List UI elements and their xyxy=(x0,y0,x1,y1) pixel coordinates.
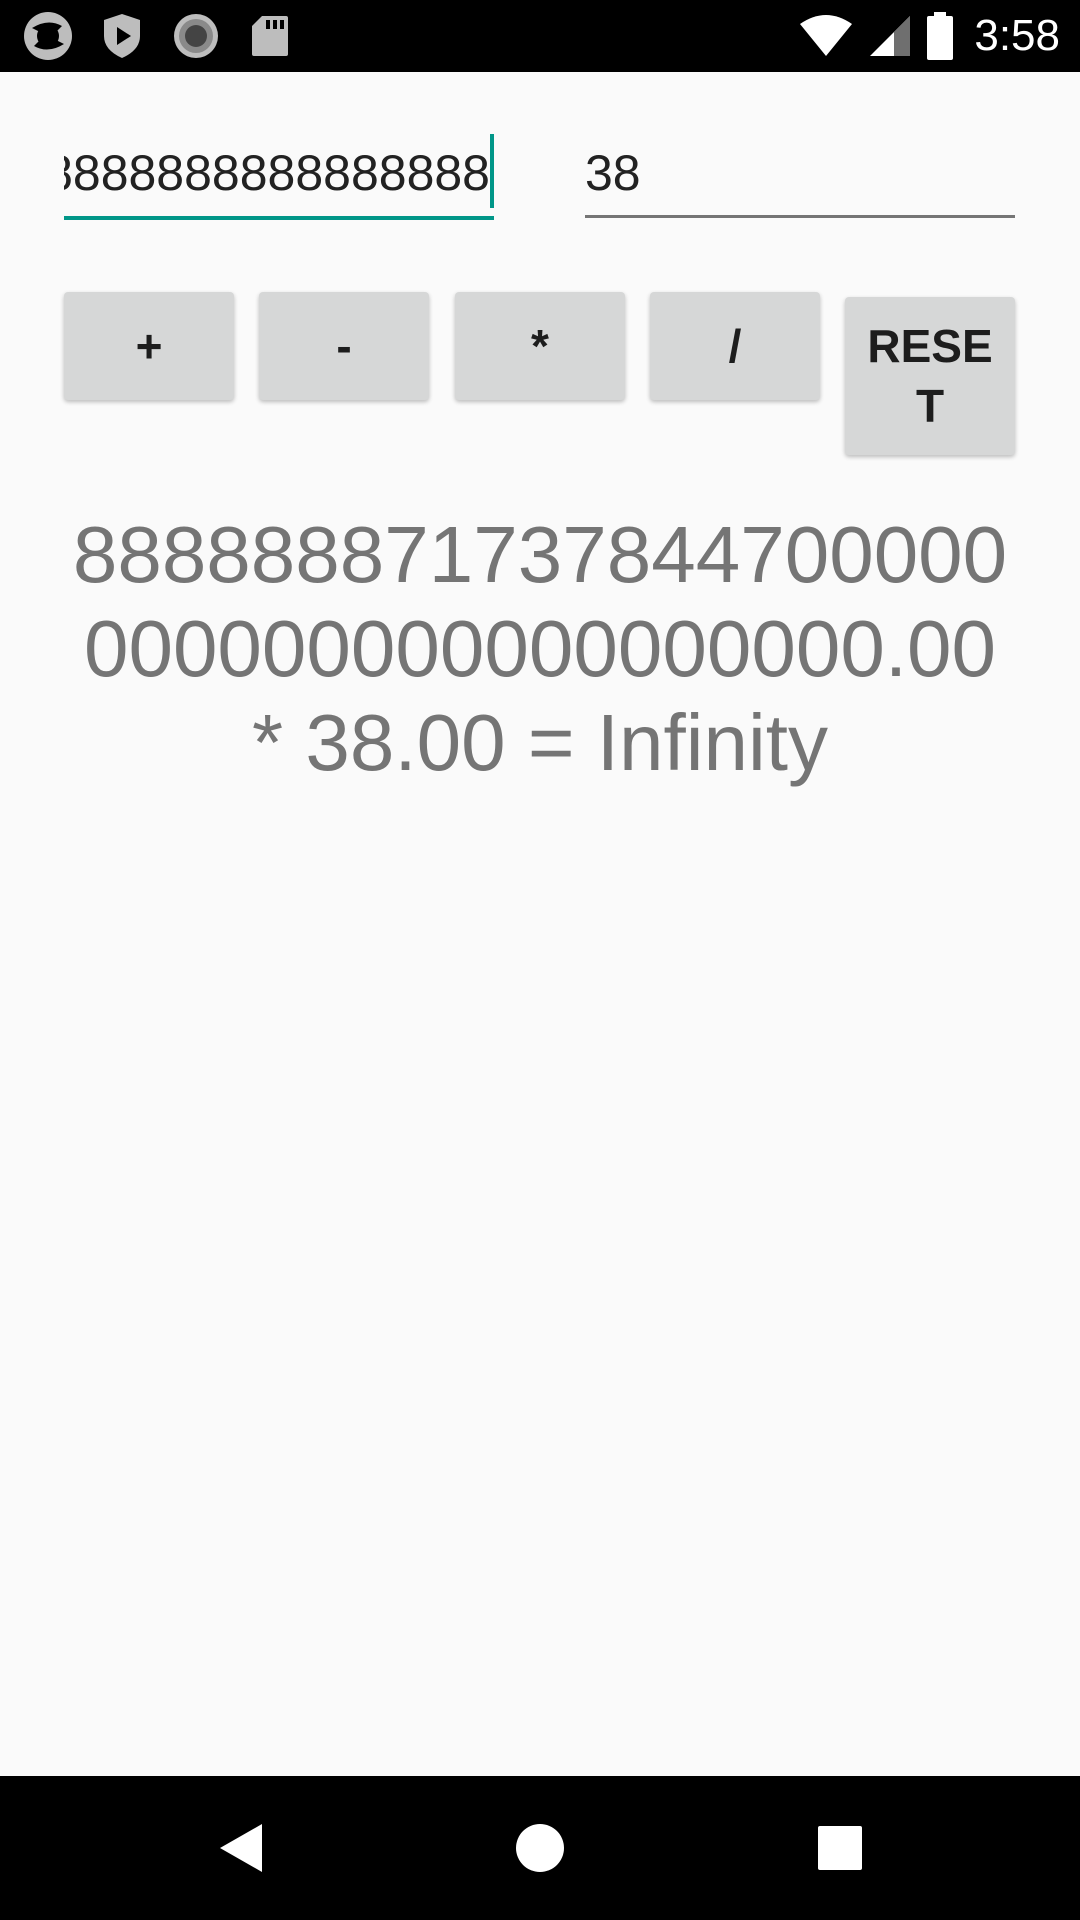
result-text: 888888871737844700000000000000000000000.… xyxy=(72,510,1008,787)
add-button[interactable]: + xyxy=(64,292,234,400)
record-icon xyxy=(174,14,218,58)
battery-icon xyxy=(927,12,954,60)
notification-icons xyxy=(22,10,296,62)
reset-button[interactable]: RESET xyxy=(845,297,1015,455)
wifi-icon xyxy=(800,15,853,56)
second-number-value[interactable]: 38 xyxy=(585,144,641,202)
multiply-button[interactable]: * xyxy=(455,292,625,400)
text-cursor xyxy=(490,134,494,208)
status-bar: 3:58 xyxy=(0,0,1080,72)
home-icon[interactable] xyxy=(516,1824,564,1872)
recents-icon[interactable] xyxy=(818,1826,862,1870)
shield-play-icon xyxy=(104,14,140,58)
second-number-input[interactable]: 38 xyxy=(585,130,1015,218)
cell-signal-icon xyxy=(870,16,911,56)
sd-card-icon xyxy=(252,16,288,56)
subtract-button[interactable]: - xyxy=(259,292,429,400)
clock: 3:58 xyxy=(974,11,1060,60)
app-icon xyxy=(24,12,72,60)
first-number-input[interactable]: 8888888888888888888888888888888888888888… xyxy=(64,130,494,220)
first-number-value[interactable]: 8888888888888888888888888888888888888888… xyxy=(64,144,490,202)
divide-button[interactable]: / xyxy=(650,292,820,400)
back-icon[interactable] xyxy=(216,1822,264,1874)
system-status-icons: 3:58 xyxy=(798,8,1060,64)
navigation-bar xyxy=(0,1776,1080,1920)
